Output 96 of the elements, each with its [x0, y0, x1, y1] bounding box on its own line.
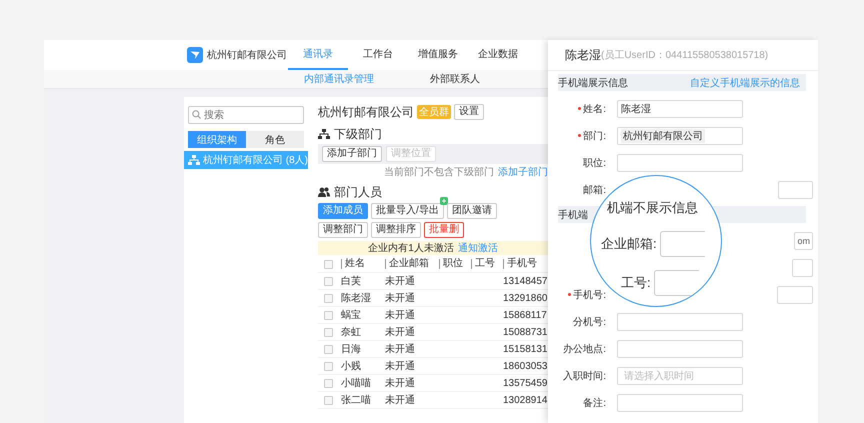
field-label: 办公地点: [563, 342, 606, 356]
column-header: 企业邮箱 [385, 259, 439, 269]
required-dot [578, 107, 582, 110]
table-cell-text: 张二喵 [341, 394, 372, 407]
notice-text: 企业内有1人未激活 [368, 242, 454, 255]
checkbox[interactable] [324, 396, 333, 404]
section-heading: 部门人员 [334, 184, 382, 200]
table-cell-text: 未开通 [385, 274, 416, 288]
field-label: 备注: [583, 396, 606, 410]
employee-name: 陈老湿 [565, 46, 601, 64]
field-label: 入职时间: [563, 370, 606, 382]
required-dot [568, 293, 572, 296]
action-button[interactable]: 批量导入/导出 [371, 203, 444, 219]
nav-tab[interactable]: 增值服务 [408, 40, 468, 70]
table-cell-text: 未开通 [385, 292, 416, 305]
field-label: 姓名: [583, 102, 606, 116]
section-title: 手机端 [558, 208, 588, 222]
org-chart-icon [318, 129, 330, 139]
settings-button[interactable]: 设置 [454, 104, 484, 120]
table-cell-text: 未开通 [385, 308, 416, 322]
table-cell-text: 未开通 [385, 342, 416, 356]
input-field[interactable] [617, 394, 743, 412]
field-label: 手机号: [573, 288, 606, 302]
checkbox[interactable] [324, 328, 333, 336]
department-title: 杭州钉邮有限公司 [318, 104, 414, 120]
column-header: 职位 [439, 259, 471, 269]
subnav-tab[interactable]: 外部联系人 [412, 70, 498, 88]
table-cell-text: 日海 [341, 343, 362, 356]
hint-text: 当前部门不包含下级部门 [384, 166, 494, 179]
table-cell-text: 未开通 [385, 360, 416, 373]
table-cell-text: 未开通 [385, 376, 416, 390]
magnified-label: 工号: [621, 274, 651, 292]
input-field[interactable] [778, 180, 813, 198]
input-field[interactable] [792, 258, 813, 276]
field-label: 职位: [583, 156, 606, 170]
department-tag: 杭州钉邮有限公司 [621, 128, 705, 142]
table-cell-text: 小喵喵 [341, 376, 372, 390]
input-field[interactable] [617, 312, 743, 330]
logo-icon [187, 47, 203, 63]
sidebar-tab[interactable]: 角色 [246, 131, 304, 148]
group-badge: 全员群 [417, 105, 451, 119]
action-button[interactable]: 调整部门 [318, 222, 368, 238]
table-cell: 15158131 [503, 344, 548, 354]
org-chart-icon [188, 155, 200, 165]
table-cell-text: 奈虹 [341, 326, 362, 339]
table-cell: 13575459 [503, 378, 548, 388]
input-field[interactable]: om [794, 232, 813, 250]
section-heading: 下级部门 [334, 126, 382, 142]
input-field[interactable] [617, 154, 743, 172]
column-header: 姓名 [341, 259, 385, 269]
action-button[interactable]: 批量删 [424, 222, 464, 238]
user-id-text: (员工UserID：044115580538015718) [601, 49, 768, 62]
required-dot [578, 134, 582, 137]
magnified-field [660, 231, 705, 257]
table-cell-text: 陈老湿 [341, 292, 372, 305]
magnified-field [654, 270, 699, 296]
nav-tab[interactable]: 企业数据 [468, 40, 528, 70]
checkbox[interactable] [324, 294, 333, 302]
table-cell: 15088731 [503, 326, 548, 338]
people-icon [318, 187, 330, 197]
table-cell-text: 小贱 [341, 360, 362, 373]
table-cell: 18603053 [503, 360, 548, 372]
checkbox[interactable] [324, 378, 333, 388]
table-cell-text: 未开通 [385, 326, 416, 339]
checkbox[interactable] [324, 310, 333, 320]
checkbox[interactable] [324, 260, 333, 268]
nav-tab[interactable]: 工作台 [348, 40, 408, 70]
section-title: 手机端展示信息 [558, 76, 628, 90]
field-label: 邮箱: [583, 184, 606, 196]
search-field[interactable]: 搜索 [188, 106, 304, 124]
checkbox[interactable] [324, 276, 333, 286]
checkbox[interactable] [324, 362, 333, 370]
email-suffix: om [797, 236, 810, 246]
field-label: 部门: [583, 130, 606, 142]
magnified-heading: 机端不展示信息 [607, 199, 698, 217]
input-field[interactable]: 杭州钉邮有限公司 [617, 126, 743, 144]
action-button[interactable]: 团队邀请 [446, 203, 497, 219]
table-cell-text: 蜗宝 [341, 308, 362, 322]
table-cell: 13028914 [503, 394, 548, 406]
field-label: 分机号: [573, 316, 606, 328]
input-field[interactable] [617, 340, 743, 358]
toolbar-button[interactable]: 添加子部门 [322, 146, 382, 162]
table-cell: 13291860 [503, 292, 548, 304]
new-badge-icon [440, 197, 448, 205]
input-field[interactable]: 陈老湿 [617, 100, 743, 118]
action-button[interactable]: 调整排序 [371, 222, 421, 238]
search-icon [192, 110, 201, 119]
checkbox[interactable] [324, 344, 333, 354]
table-cell: 13148457 [503, 276, 548, 286]
input-field[interactable] [777, 286, 813, 304]
column-header: 工号 [471, 259, 503, 269]
table-cell-text: 白芙 [341, 274, 362, 288]
table-cell-text: 未开通 [385, 394, 416, 407]
magnified-label: 企业邮箱: [601, 235, 657, 253]
table-cell: 15868117 [503, 310, 548, 320]
company-name: 杭州钉邮有限公司 [207, 48, 288, 62]
